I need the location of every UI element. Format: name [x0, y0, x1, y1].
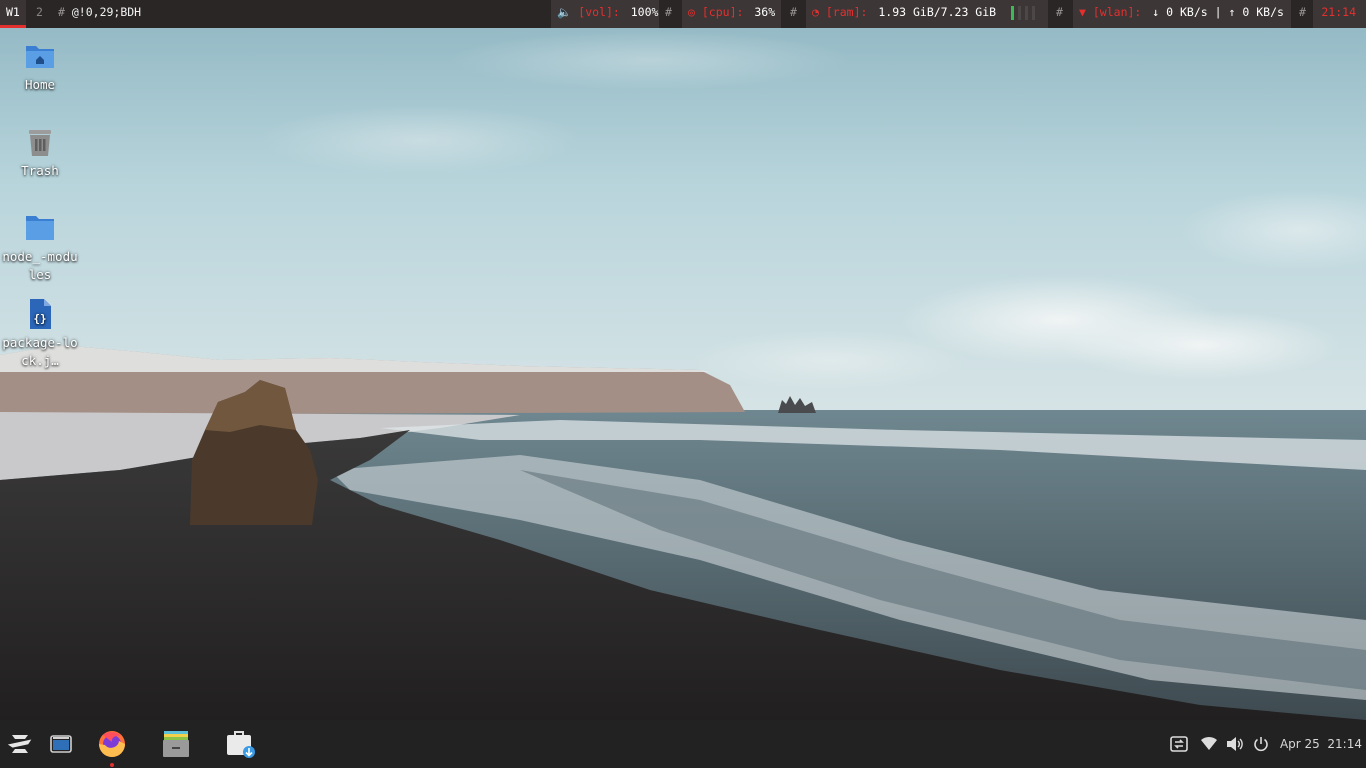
workspace-2-tab[interactable]: 2: [30, 0, 49, 28]
taskbar-firefox[interactable]: [90, 720, 134, 768]
desktop-icon-home[interactable]: Home: [0, 40, 80, 94]
home-folder-icon: [26, 46, 54, 68]
separator: #: [665, 5, 672, 19]
firefox-icon: [99, 731, 125, 757]
wifi-icon: ▼: [1079, 5, 1086, 19]
ram-label: [ram]:: [825, 5, 868, 19]
software-store-icon: [227, 731, 255, 758]
zorin-menu-button[interactable]: [0, 720, 40, 768]
cpu-icon: ◎: [688, 5, 695, 19]
ram-bar-segment: [1025, 6, 1028, 20]
top-status-bar: W1 2 # @!0,29;BDH 🔈 [vol]: 100% # ◎ [cpu…: [0, 0, 1366, 28]
ram-usage-bar: [1011, 1, 1039, 25]
taskbar-files[interactable]: [154, 720, 198, 768]
volume-module[interactable]: 🔈 [vol]: 100%: [551, 0, 659, 28]
ram-bar-segment: [1032, 6, 1035, 20]
volume-icon: [1227, 737, 1243, 751]
svg-text:{}: {}: [33, 312, 46, 325]
tray-sync-button[interactable]: [1169, 734, 1189, 754]
volume-value: 100%: [630, 5, 659, 19]
trash-icon: [29, 130, 51, 156]
running-indicator: [110, 763, 114, 767]
rate-divider: |: [1214, 5, 1222, 19]
taskbar-software[interactable]: [218, 720, 262, 768]
volume-icon: 🔈: [557, 5, 572, 19]
wifi-icon: [1201, 736, 1217, 750]
ram-bar-segment: [1011, 6, 1014, 20]
cpu-value: 36%: [754, 5, 776, 19]
cpu-module: ◎ [cpu]: 36%: [682, 0, 781, 28]
ram-module: ◔ [ram]: 1.93 GiB/7.23 GiB: [806, 0, 1048, 28]
workspace-label: W1: [6, 5, 20, 19]
ram-value: 1.93 GiB/7.23 GiB: [878, 5, 997, 19]
upload-rate: 0 KB/s: [1242, 5, 1284, 19]
download-arrow-icon: ↓: [1152, 5, 1160, 19]
separator: #: [790, 5, 797, 19]
desktop-icon-node-modules[interactable]: node_-modules: [0, 212, 80, 284]
sync-icon: [1170, 736, 1188, 752]
workspace-switcher-icon: [50, 735, 72, 753]
topbar-clock: 21:14: [1313, 0, 1366, 28]
wlan-label: [wlan]:: [1092, 5, 1142, 19]
ram-icon: ◔: [812, 5, 819, 19]
tray-power-button[interactable]: [1251, 734, 1271, 754]
taskbar-clock[interactable]: Apr 25 21:14: [1280, 720, 1362, 768]
desktop-icon-label: Home: [24, 77, 56, 92]
workspace-label: 2: [36, 5, 43, 19]
download-rate: 0 KB/s: [1166, 5, 1208, 19]
tray-network-button[interactable]: [1199, 734, 1219, 754]
power-icon: [1254, 737, 1268, 752]
separator: #: [1056, 5, 1063, 19]
tray-volume-button[interactable]: [1225, 734, 1245, 754]
wlan-module[interactable]: ▼ [wlan]: ↓ 0 KB/s | ↑ 0 KB/s: [1073, 0, 1291, 28]
separator: #: [58, 5, 65, 19]
desktop-icon-label: node_-modules: [2, 249, 78, 282]
window-title: @!0,29;BDH: [71, 5, 142, 19]
zorin-logo-icon: [7, 735, 32, 753]
desktop-icon-trash[interactable]: Trash: [0, 126, 80, 180]
upload-arrow-icon: ↑: [1228, 5, 1236, 19]
ram-bar-segment: [1018, 6, 1021, 20]
desktop-icon-label: Trash: [21, 163, 59, 178]
volume-label: [vol]:: [578, 5, 620, 19]
desktop-icon-label: package-lock.j…: [2, 335, 78, 368]
file-cabinet-icon: [163, 731, 189, 757]
folder-icon: [26, 216, 54, 240]
cpu-label: [cpu]:: [701, 5, 744, 19]
desktop-icon-package-lock[interactable]: {} package-lock.j…: [0, 298, 80, 370]
separator: #: [1299, 5, 1306, 19]
bottom-taskbar: Apr 25 21:14: [0, 720, 1366, 768]
workspace-1-tab[interactable]: W1: [0, 0, 26, 28]
workspace-switcher-button[interactable]: [44, 720, 78, 768]
json-file-icon: {}: [30, 299, 51, 329]
desktop-wallpaper: [0, 0, 1366, 720]
